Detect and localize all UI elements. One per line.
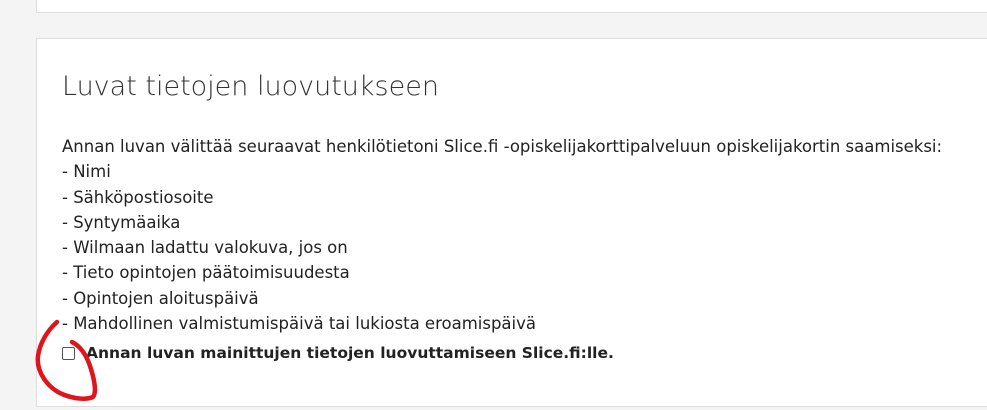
intro-text: Annan luvan välittää seuraavat henkilöti… <box>62 137 943 156</box>
list-item: - Syntymäaika <box>62 212 181 232</box>
list-item: - Wilmaan ladattu valokuva, jos on <box>62 238 348 258</box>
disclosure-text: Annan luvan välittää seuraavat henkilöti… <box>62 134 942 336</box>
previous-section-panel <box>36 0 987 13</box>
data-disclosure-panel: Luvat tietojen luovutukseen Annan luvan … <box>36 38 987 407</box>
list-item: - Sähköpostiosoite <box>62 187 214 207</box>
consent-label[interactable]: Annan luvan mainittujen tietojen luovutt… <box>86 344 614 362</box>
consent-checkbox[interactable] <box>62 346 75 360</box>
consent-row[interactable]: Annan luvan mainittujen tietojen luovutt… <box>62 344 614 362</box>
list-item: - Mahdollinen valmistumispäivä tai lukio… <box>62 314 537 334</box>
section-title: Luvat tietojen luovutukseen <box>62 71 439 102</box>
list-item: - Tieto opintojen päätoimisuudesta <box>62 263 350 283</box>
list-item: - Opintojen aloituspäivä <box>62 288 259 308</box>
list-item: - Nimi <box>62 162 111 182</box>
page: Luvat tietojen luovutukseen Annan luvan … <box>0 0 987 410</box>
